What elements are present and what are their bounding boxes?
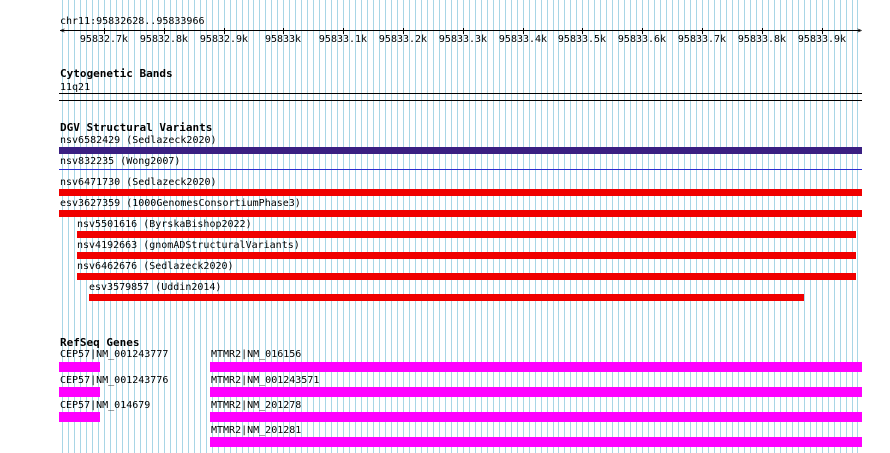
dgv-variant-bar[interactable] — [59, 210, 862, 217]
ruler-tick-label: 95832.7k — [79, 34, 129, 45]
ruler-tick-label: 95833.8k — [737, 34, 787, 45]
dgv-variant-label[interactable]: nsv6582429 (Sedlazeck2020) — [60, 135, 217, 146]
ruler-tick-label: 95832.9k — [199, 34, 249, 45]
ruler-tick-label: 95833.3k — [438, 34, 488, 45]
gene-label-mtmr2[interactable]: MTMR2|NM_201281 — [211, 425, 301, 436]
dgv-variant-bar[interactable] — [59, 189, 862, 196]
dgv-variant-bar[interactable] — [89, 294, 804, 301]
gene-label-cep57[interactable]: CEP57|NM_001243776 — [60, 375, 168, 386]
ruler-tick-label: 95833.7k — [677, 34, 727, 45]
dgv-variant-bar[interactable] — [77, 252, 856, 259]
gene-bar-mtmr2[interactable] — [210, 437, 862, 447]
refseq-track-title[interactable]: RefSeq Genes — [60, 337, 139, 349]
gene-bar-mtmr2[interactable] — [210, 362, 862, 372]
ruler-tick-label: 95833k — [264, 34, 302, 45]
dgv-variant-label[interactable]: nsv5501616 (ByrskaBishop2022) — [77, 219, 252, 230]
dgv-variant-label[interactable]: nsv6462676 (Sedlazeck2020) — [77, 261, 234, 272]
gene-bar-cep57[interactable] — [59, 412, 100, 422]
dgv-variant-label[interactable]: esv3627359 (1000GenomesConsortiumPhase3) — [60, 198, 301, 209]
ruler-tick-label: 95833.4k — [498, 34, 548, 45]
dgv-variant-bar[interactable] — [77, 231, 856, 238]
ruler-tick-label: 95833.9k — [797, 34, 847, 45]
gene-label-mtmr2[interactable]: MTMR2|NM_201278 — [211, 400, 301, 411]
ruler-tick-label: 95833.6k — [617, 34, 667, 45]
ruler-tick-label: 95833.2k — [378, 34, 428, 45]
dgv-variant-bar[interactable] — [59, 169, 862, 170]
ruler-tick-label: 95833.5k — [557, 34, 607, 45]
gene-label-mtmr2[interactable]: MTMR2|NM_016156 — [211, 349, 301, 360]
gene-label-cep57[interactable]: CEP57|NM_001243777 — [60, 349, 168, 360]
gene-bar-cep57[interactable] — [59, 362, 100, 372]
track-divider — [59, 100, 862, 101]
dgv-variant-label[interactable]: esv3579857 (Uddin2014) — [89, 282, 221, 293]
dgv-variant-bar[interactable] — [77, 273, 856, 280]
ruler-tick-label: 95833.1k — [318, 34, 368, 45]
gene-label-mtmr2[interactable]: MTMR2|NM_001243571 — [211, 375, 319, 386]
dgv-track-title[interactable]: DGV Structural Variants — [60, 122, 212, 134]
dgv-variant-label[interactable]: nsv832235 (Wong2007) — [60, 156, 180, 167]
dgv-variant-bar[interactable] — [59, 147, 862, 154]
gene-bar-cep57[interactable] — [59, 387, 100, 397]
region-label: chr11:95832628..95833966 — [60, 16, 205, 27]
gene-bar-mtmr2[interactable] — [210, 387, 862, 397]
gene-bar-mtmr2[interactable] — [210, 412, 862, 422]
ruler-tick-label: 95832.8k — [139, 34, 189, 45]
cytoband-bar[interactable] — [59, 93, 862, 94]
ruler-axis[interactable]: < > — [60, 27, 862, 35]
dgv-variant-label[interactable]: nsv4192663 (gnomADStructuralVariants) — [77, 240, 300, 251]
cytobands-track-title[interactable]: Cytogenetic Bands — [60, 68, 173, 80]
gene-label-cep57[interactable]: CEP57|NM_014679 — [60, 400, 150, 411]
cytoband-label[interactable]: 11q21 — [60, 82, 90, 93]
dgv-variant-label[interactable]: nsv6471730 (Sedlazeck2020) — [60, 177, 217, 188]
